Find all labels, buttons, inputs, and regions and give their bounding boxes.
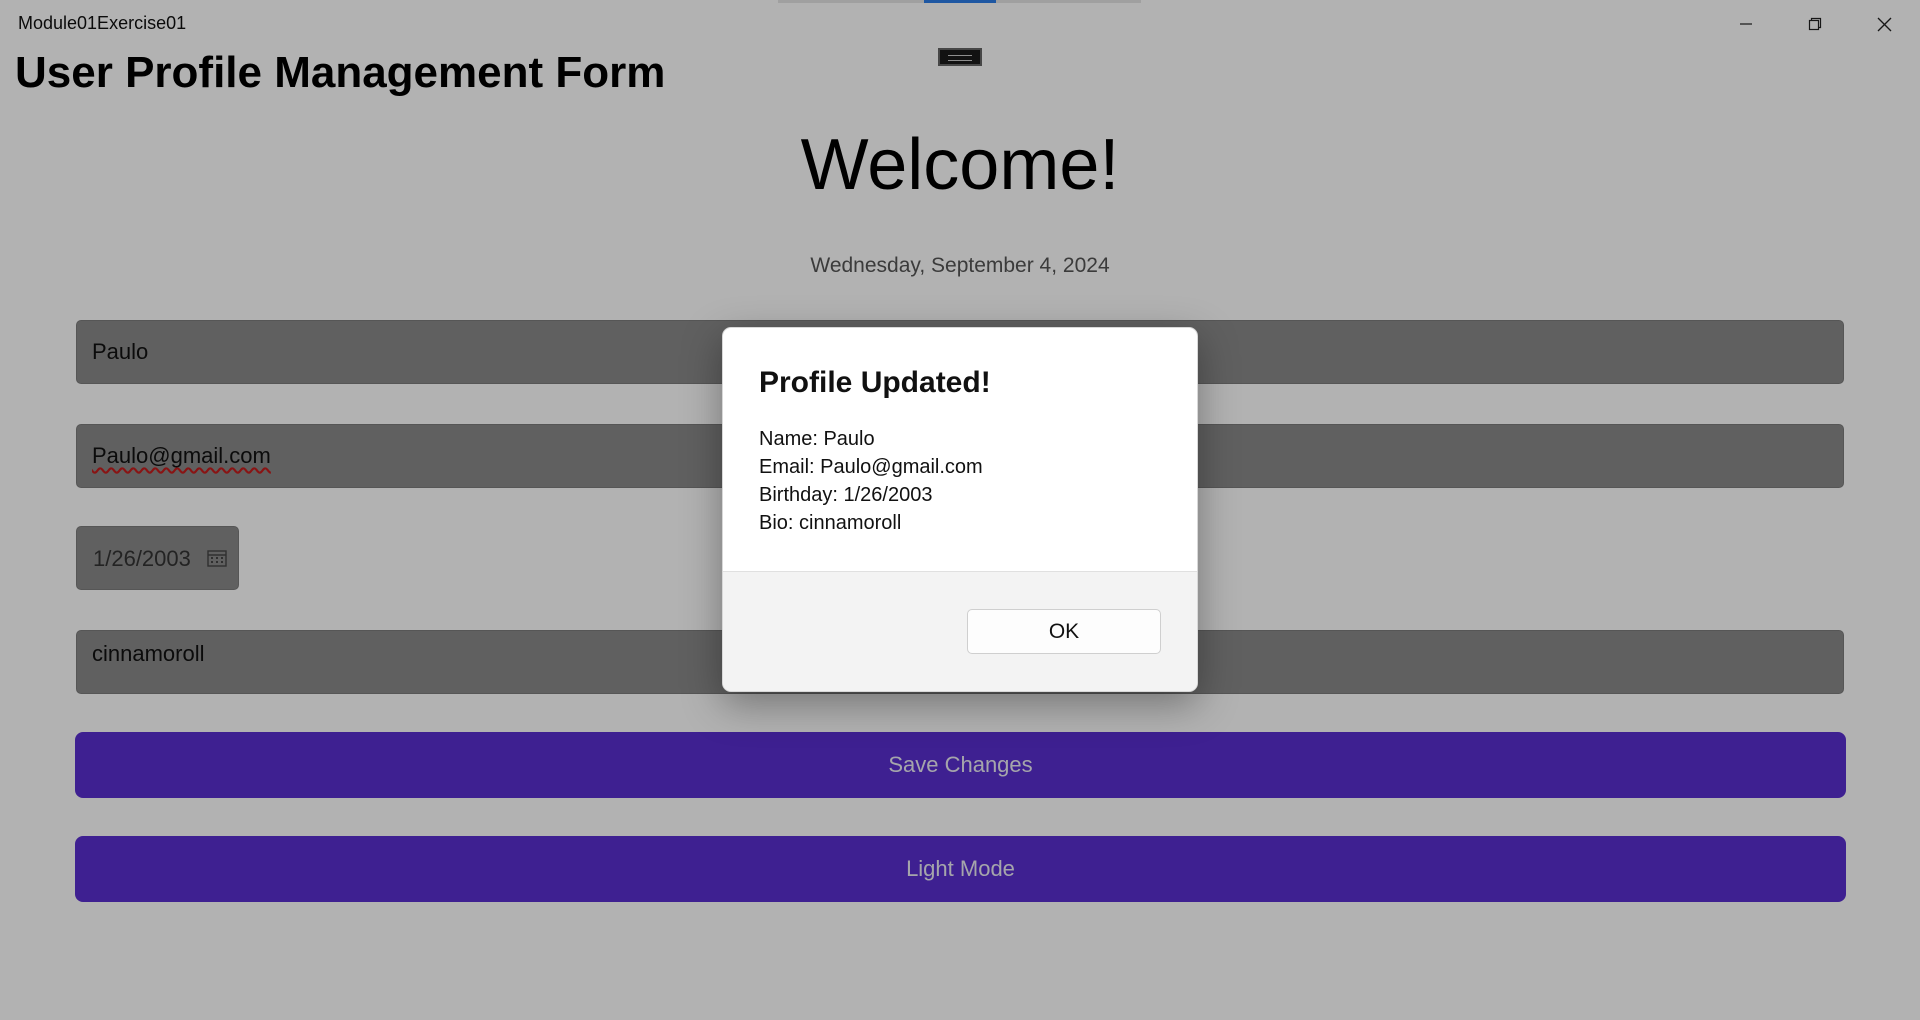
dialog-bio-line: Bio: cinnamoroll xyxy=(759,512,902,534)
app-window: Module01Exercise01 User Profile Manageme… xyxy=(0,0,1920,1020)
dialog-birthday-line: Birthday: 1/26/2003 xyxy=(759,484,933,506)
ok-button[interactable]: OK xyxy=(967,609,1161,654)
dialog-footer: OK xyxy=(723,571,1197,691)
profile-updated-dialog: Profile Updated! Name: Paulo Email: Paul… xyxy=(722,327,1198,692)
dialog-body: Name: Paulo Email: Paulo@gmail.com Birth… xyxy=(759,425,983,537)
dialog-email-line: Email: Paulo@gmail.com xyxy=(759,456,983,478)
dialog-name-line: Name: Paulo xyxy=(759,428,875,450)
dialog-title: Profile Updated! xyxy=(759,366,991,399)
